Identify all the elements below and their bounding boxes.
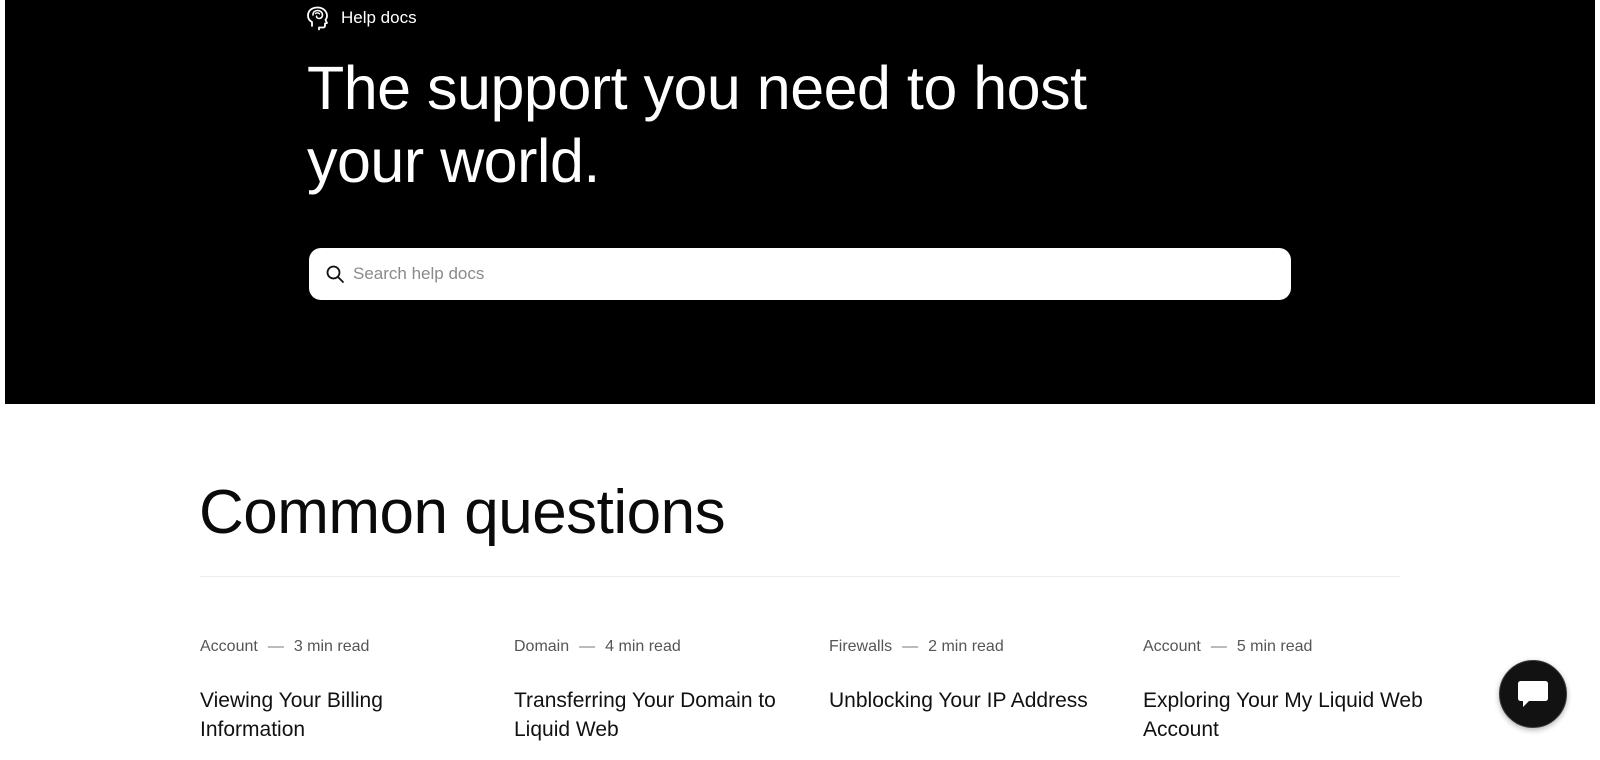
question-link[interactable]: Exploring Your My Liquid Web Account — [1143, 686, 1433, 744]
card-category: Domain — [514, 638, 570, 655]
card-separator: — — [902, 638, 919, 655]
common-questions-heading: Common questions — [199, 478, 726, 547]
card-separator: — — [267, 638, 284, 655]
card-read-time: 2 min read — [928, 638, 1004, 655]
card-category: Account — [1143, 638, 1201, 655]
card-meta: Domain — 4 min read — [514, 636, 804, 658]
chat-button[interactable] — [1499, 660, 1567, 728]
search-bar[interactable] — [309, 248, 1291, 300]
chat-bubble-icon — [1518, 681, 1548, 707]
card-meta: Account — 5 min read — [1143, 636, 1433, 658]
card-separator: — — [579, 638, 596, 655]
question-card: Account — 5 min read Exploring Your My L… — [1143, 636, 1433, 744]
question-card: Domain — 4 min read Transferring Your Do… — [514, 636, 804, 744]
brand-label: Help docs — [341, 8, 417, 27]
card-read-time: 4 min read — [605, 638, 681, 655]
question-card: Firewalls — 2 min read Unblocking Your I… — [829, 636, 1119, 715]
card-meta: Account — 3 min read — [200, 636, 490, 658]
brain-head-icon — [307, 6, 328, 31]
card-meta: Firewalls — 2 min read — [829, 636, 1119, 658]
section-divider — [200, 576, 1400, 577]
card-category: Account — [200, 638, 258, 655]
hero-title: The support you need to host your world. — [307, 54, 1087, 195]
question-link[interactable]: Viewing Your Billing Information — [200, 686, 490, 744]
help-docs-brand-link[interactable]: Help docs — [305, 4, 417, 32]
card-separator: — — [1210, 638, 1227, 655]
question-link[interactable]: Transferring Your Domain to Liquid Web — [514, 686, 804, 744]
card-read-time: 5 min read — [1236, 638, 1313, 655]
search-input[interactable] — [353, 254, 1291, 294]
card-read-time: 3 min read — [293, 638, 370, 655]
card-category: Firewalls — [829, 638, 893, 655]
question-card: Account — 3 min read Viewing Your Billin… — [200, 636, 490, 744]
question-link[interactable]: Unblocking Your IP Address — [829, 686, 1119, 715]
search-icon — [326, 265, 344, 283]
